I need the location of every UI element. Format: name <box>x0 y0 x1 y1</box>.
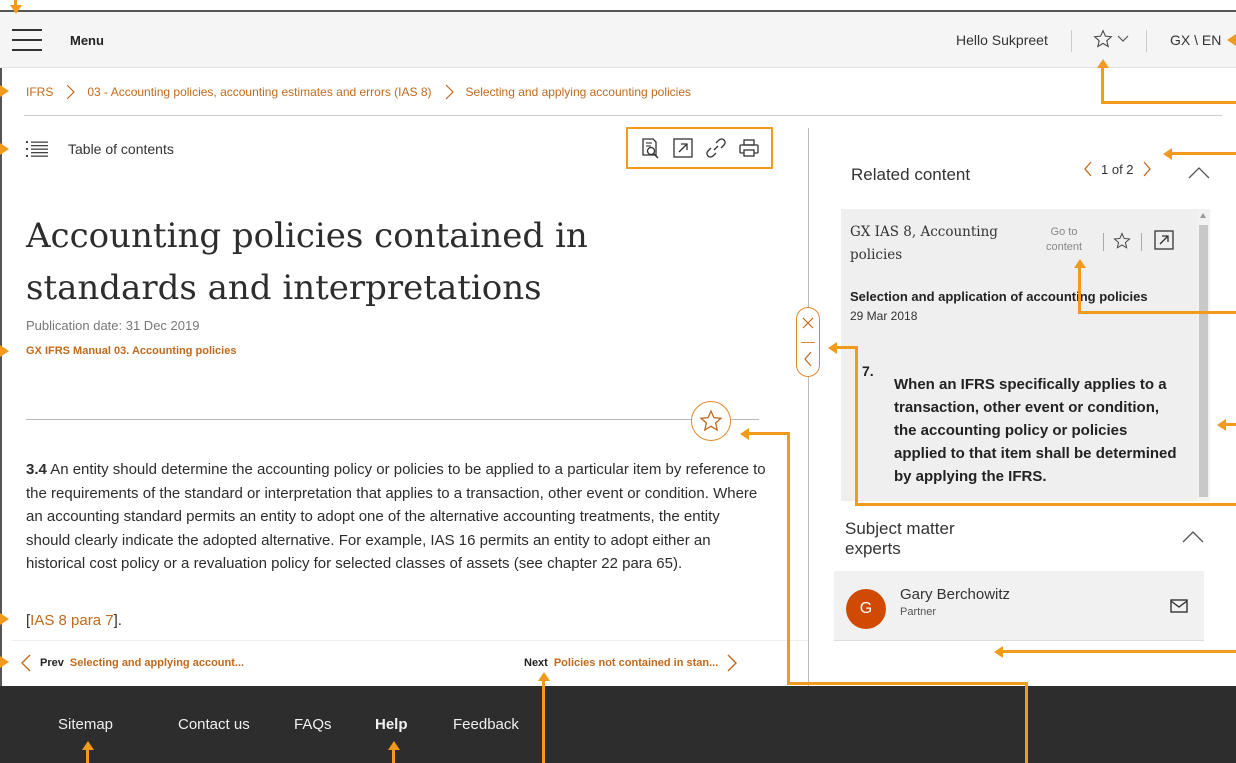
footer-link-sitemap[interactable]: Sitemap <box>58 716 113 733</box>
pager-divider <box>12 640 808 641</box>
star-icon <box>699 409 723 432</box>
article-toolbar <box>626 127 773 169</box>
favorites-star-icon[interactable] <box>1093 27 1113 51</box>
top-header: Menu Hello Sukpreet GX \ EN <box>0 12 1236 68</box>
related-quote: When an IFRS specifically applies to a t… <box>894 376 1177 485</box>
user-greeting: Hello Sukpreet <box>956 32 1048 48</box>
chevron-left-icon[interactable] <box>1083 161 1093 177</box>
open-external-icon[interactable] <box>672 137 694 159</box>
panel-divider <box>808 128 809 686</box>
chevron-right-icon <box>66 84 76 100</box>
chevron-right-icon <box>727 654 738 672</box>
related-card: GX IAS 8, Accounting policies Go to cont… <box>841 209 1197 501</box>
next-link[interactable]: Next Policies not contained in stan... <box>524 654 738 672</box>
star-icon[interactable] <box>1113 231 1131 251</box>
related-date: 29 Mar 2018 <box>850 309 918 323</box>
page-indicator: 1 of 2 <box>1101 161 1134 177</box>
breadcrumb-item[interactable]: 03 - Accounting policies, accounting est… <box>87 85 431 99</box>
paragraph: 3.4 An entity should determine the accou… <box>26 458 766 576</box>
chevron-down-icon[interactable] <box>1117 34 1129 44</box>
related-content-title: Related content <box>851 165 971 184</box>
related-scrollbar[interactable] <box>1197 209 1210 501</box>
open-external-icon[interactable] <box>1153 229 1175 251</box>
footer-link-help[interactable]: Help <box>375 716 408 733</box>
ref-bracket: ]. <box>113 612 122 629</box>
hamburger-menu-icon[interactable] <box>12 29 42 51</box>
prev-title: Selecting and applying account... <box>69 657 245 669</box>
panel-handle[interactable] <box>796 307 820 377</box>
manual-link[interactable]: GX IFRS Manual 03. Accounting policies <box>26 345 236 357</box>
avatar: G <box>846 589 886 629</box>
toc-label: Table of contents <box>68 141 174 157</box>
header-divider <box>1146 30 1147 52</box>
search-document-icon[interactable] <box>639 137 661 159</box>
breadcrumb: IFRS 03 - Accounting policies, accountin… <box>26 84 691 100</box>
ref-link[interactable]: IAS 8 para 7 <box>30 612 113 629</box>
link-icon[interactable] <box>705 137 727 159</box>
related-pager: 1 of 2 <box>1083 161 1152 177</box>
prev-link[interactable]: Prev Selecting and applying account... <box>20 654 244 672</box>
reference: [IAS 8 para 7]. <box>26 612 122 629</box>
go-to-content-link[interactable]: Go to content <box>1033 225 1095 255</box>
publication-date: Publication date: 31 Dec 2019 <box>26 318 200 333</box>
footer-link-feedback[interactable]: Feedback <box>453 716 519 733</box>
expert-name: Gary Berchowitz <box>900 586 1011 603</box>
page-title: Accounting policies contained in standar… <box>26 216 588 308</box>
related-subtitle: Selection and application of accounting … <box>850 289 1148 304</box>
header-divider <box>1071 30 1072 52</box>
close-icon[interactable] <box>801 316 815 330</box>
paragraph-number: 3.4 <box>26 461 47 478</box>
related-number: 7. <box>862 363 874 379</box>
print-icon[interactable] <box>738 137 760 159</box>
paragraph-text: An entity should determine the accountin… <box>26 461 766 572</box>
language-selector[interactable]: GX \ EN <box>1170 32 1221 48</box>
expert-role: Partner <box>900 606 937 618</box>
prev-label: Prev <box>40 657 64 669</box>
expert-card: G Gary Berchowitz Partner <box>834 571 1204 641</box>
toc-toggle[interactable]: Table of contents <box>26 140 174 158</box>
chevron-right-icon[interactable] <box>1142 161 1152 177</box>
chevron-up-icon[interactable] <box>1181 530 1205 544</box>
chevron-left-icon <box>21 654 31 672</box>
breadcrumb-item[interactable]: IFRS <box>26 85 53 99</box>
mail-icon[interactable] <box>1170 599 1188 613</box>
bookmark-button[interactable] <box>691 401 731 441</box>
footer-link-faqs[interactable]: FAQs <box>294 716 332 733</box>
related-doc-title[interactable]: GX IAS 8, Accounting policies <box>850 221 1020 267</box>
next-title: Policies not contained in stan... <box>553 657 719 669</box>
experts-title: Subject matter experts <box>845 519 955 558</box>
footer: Sitemap Contact us FAQs Help Feedback <box>0 686 1236 763</box>
footer-link-contact[interactable]: Contact us <box>178 716 250 733</box>
chevron-up-icon[interactable] <box>1187 166 1211 180</box>
breadcrumb-divider <box>24 115 1222 116</box>
chevron-left-icon[interactable] <box>802 350 814 368</box>
card-divider <box>1141 233 1142 251</box>
article-divider <box>26 419 759 420</box>
menu-label[interactable]: Menu <box>70 33 104 48</box>
card-divider <box>1103 233 1104 251</box>
breadcrumb-item[interactable]: Selecting and applying accounting polici… <box>466 85 692 99</box>
chevron-right-icon <box>445 84 454 100</box>
next-label: Next <box>524 657 548 669</box>
list-icon <box>26 141 48 157</box>
